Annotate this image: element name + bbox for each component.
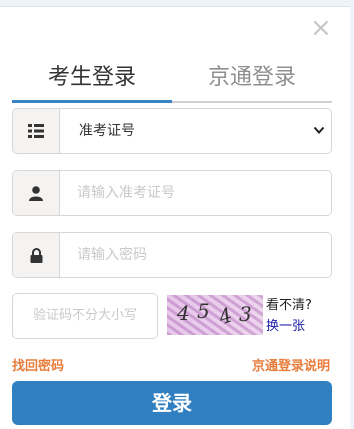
active-tab-indicator	[12, 100, 172, 103]
exam-number-placeholder: 请输入准考证号	[77, 185, 175, 201]
exam-number-field[interactable]: 请输入准考证号	[12, 170, 332, 216]
captcha-refresh-link[interactable]: 换一张	[266, 315, 305, 334]
jingtong-help-link[interactable]: 京通登录说明	[252, 355, 330, 374]
id-type-value: 准考证号	[79, 123, 135, 139]
user-icon	[13, 171, 60, 215]
list-icon	[13, 109, 60, 153]
captcha-image[interactable]: 4 5 4 3	[167, 295, 263, 335]
captcha-char: 4	[215, 302, 236, 330]
captcha-char: 4	[177, 301, 190, 325]
recover-password-link[interactable]: 找回密码	[12, 355, 64, 374]
tab-divider	[12, 100, 332, 103]
captcha-unclear-label: 看不清?	[266, 298, 312, 313]
password-placeholder: 请输入密码	[77, 247, 147, 263]
password-field[interactable]: 请输入密码	[12, 232, 332, 278]
captcha-char: 3	[239, 302, 252, 326]
login-tabs: 考生登录 京通登录	[12, 63, 332, 103]
tab-student-login[interactable]: 考生登录	[12, 63, 172, 93]
close-icon[interactable]: ×	[310, 15, 332, 41]
login-button[interactable]: 登录	[12, 381, 332, 425]
lock-icon	[13, 233, 60, 277]
tab-jingtong-login[interactable]: 京通登录	[172, 63, 332, 93]
captcha-input[interactable]: 验证码不分大小写	[12, 293, 158, 339]
captcha-char: 5	[197, 299, 210, 323]
id-type-select[interactable]: 准考证号	[12, 108, 332, 154]
chevron-down-icon	[313, 126, 325, 134]
